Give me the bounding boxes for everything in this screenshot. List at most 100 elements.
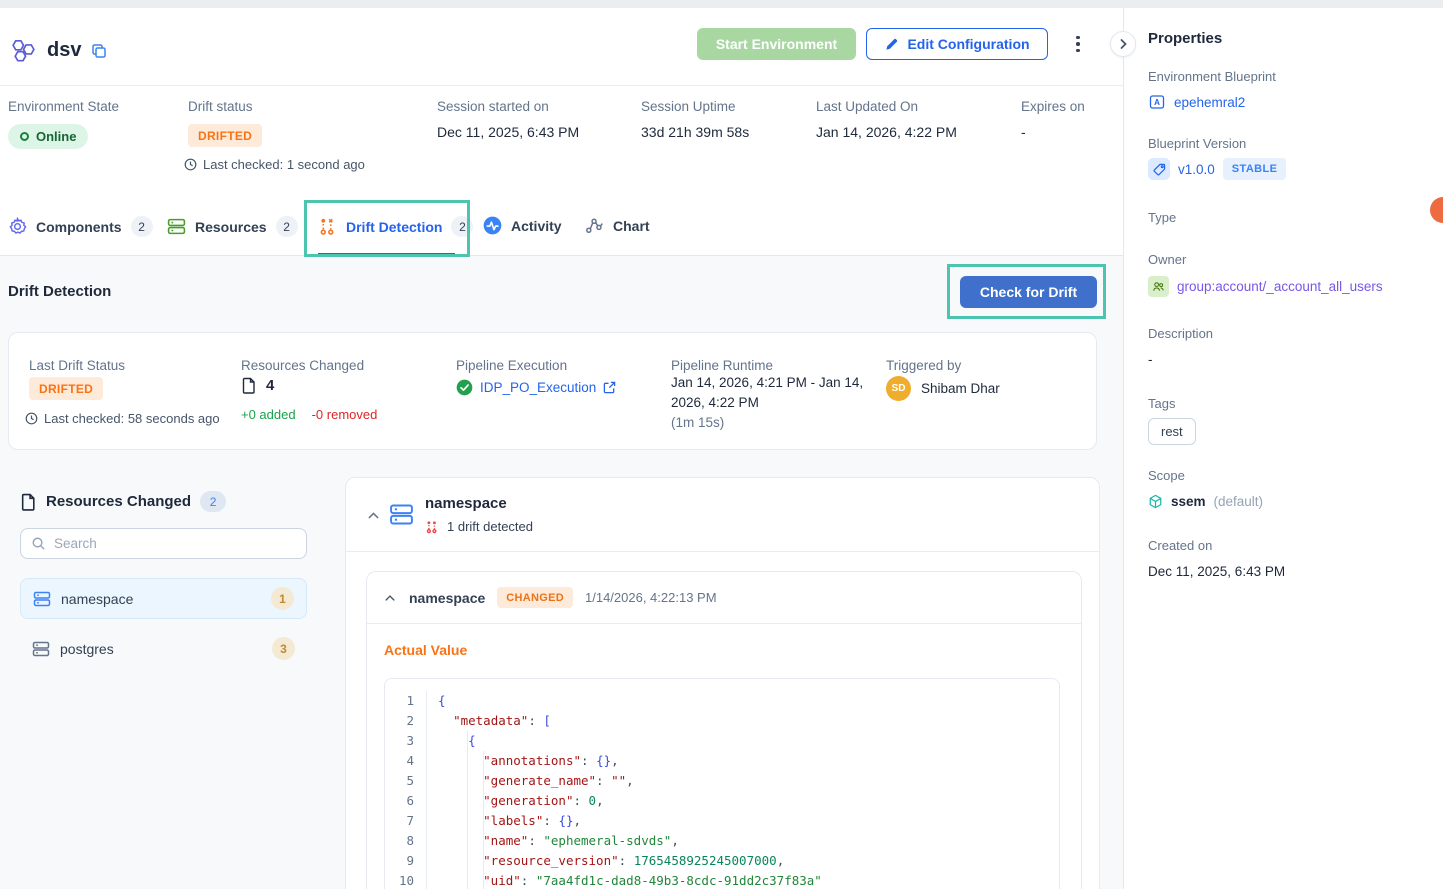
last-updated-label: Last Updated On [816,99,918,114]
drift-count-badge: 1 [271,587,294,610]
properties-sidebar: Properties Environment Blueprint A epehe… [1123,8,1443,889]
session-uptime-value: 33d 21h 39m 58s [641,124,749,140]
code-line: 6 "generation": 0, [385,791,1059,811]
collapse-sidebar-button[interactable] [1110,31,1136,57]
expires-on-value: - [1021,124,1026,140]
change-timestamp: 1/14/2026, 4:22:13 PM [585,590,717,605]
expires-on-label: Expires on [1021,99,1085,114]
copy-icon[interactable] [91,43,107,59]
top-strip [0,0,1443,8]
more-options-button[interactable] [1068,30,1088,58]
runtime-line1: Jan 14, 2026, 4:21 PM - Jan 14, [671,375,863,390]
change-card-header: namespace CHANGED 1/14/2026, 4:22:13 PM [367,572,1081,624]
check-for-drift-button[interactable]: Check for Drift [960,276,1097,308]
description-label: Description [1148,326,1213,341]
blueprint-icon: A [1148,93,1166,111]
app-root: dsv Start Environment Edit Configuration… [0,0,1443,889]
blueprint-value: A epehemral2 [1148,93,1245,111]
description-value: - [1148,352,1153,367]
resource-item-postgres[interactable]: postgres 3 [20,628,307,669]
tab-bar: Components 2 Resources 2 Drift Detection… [0,200,1123,256]
layers-icon [167,217,186,236]
pipeline-execution-link[interactable]: IDP_PO_Execution [456,379,616,396]
tag-chip[interactable]: rest [1148,418,1196,445]
scope-label: Scope [1148,468,1185,483]
drift-count-badge: 3 [272,637,295,660]
detail-resource-name: namespace [425,495,507,512]
cube-icon [1148,494,1163,509]
code-line: 3 { [385,731,1059,751]
resource-item-namespace[interactable]: namespace 1 [20,578,307,619]
check-circle-icon [456,379,473,396]
runtime-line2: 2026, 4:22 PM [671,395,759,410]
resource-search [20,528,307,559]
summary-last-checked: Last checked: 58 seconds ago [25,411,220,426]
pipeline-runtime-label: Pipeline Runtime [671,358,773,373]
created-on-label: Created on [1148,538,1212,553]
tab-resources[interactable]: Resources 2 [167,216,298,237]
indent-guide [483,751,484,889]
runtime-duration: (1m 15s) [671,415,724,430]
brand: dsv [10,38,107,63]
layers-icon [389,502,414,527]
gear-icon [8,217,27,236]
code-viewer[interactable]: 1{2 "metadata": [3 {4 "annotations": {},… [384,678,1060,889]
last-drift-status-label: Last Drift Status [29,358,125,373]
session-uptime-label: Session Uptime [641,99,736,114]
tag-icon [1148,158,1170,180]
chevron-right-icon [1117,38,1129,50]
environment-logo-icon [10,38,37,63]
indent-guide [467,731,468,889]
tab-badge: 2 [451,216,473,237]
resources-changed-label: Resources Changed [241,358,364,373]
header: dsv Start Environment Edit Configuration [0,8,1123,86]
clock-icon [184,158,197,171]
properties-title: Properties [1148,30,1222,47]
users-group-icon [1148,276,1169,297]
edit-configuration-button[interactable]: Edit Configuration [866,28,1048,60]
code-line: 2 "metadata": [ [385,711,1059,731]
pencil-icon [884,37,899,52]
tab-chart[interactable]: Chart [585,216,650,235]
online-dot-icon [20,132,29,141]
code-line: 5 "generate_name": "", [385,771,1059,791]
added-removed: +0 added -0 removed [241,407,377,422]
chevron-up-icon[interactable] [366,508,381,523]
tab-badge: 2 [131,216,153,237]
owner-value: group:account/_account_all_users [1148,276,1383,297]
triggered-by-user: SD Shibam Dhar [886,376,1000,401]
scatter-chart-icon [585,216,604,235]
resources-count-badge: 2 [200,491,226,512]
version-value: v1.0.0 STABLE [1148,158,1286,180]
scope-value: ssem (default) [1148,494,1263,509]
code-line: 1{ [385,691,1059,711]
tab-activity[interactable]: Activity [483,216,562,235]
drift-compare-icon [318,217,337,236]
tab-drift-detection[interactable]: Drift Detection 2 [318,216,473,237]
drift-detected-line: 1 drift detected [425,519,533,534]
drift-section-heading: Drift Detection [8,283,111,300]
drift-compare-icon [425,520,439,534]
file-icon [20,493,37,511]
start-environment-button[interactable]: Start Environment [697,28,856,60]
environment-stats: Environment State Online Drift status DR… [0,86,1123,200]
tab-components[interactable]: Components 2 [8,216,153,237]
chevron-up-icon[interactable] [383,591,397,605]
resources-changed-header: Resources Changed 2 [20,491,226,512]
last-drift-status-badge: DRIFTED [29,377,103,400]
last-updated-value: Jan 14, 2026, 4:22 PM [816,124,957,140]
resource-detail-card: namespace 1 drift detected namespace CHA… [345,477,1100,889]
blueprint-label: Environment Blueprint [1148,69,1276,84]
code-line: 10 "uid": "7aa4fd1c-dad8-49b3-8cdc-91dd2… [385,871,1059,889]
resource-detail-header: namespace 1 drift detected [346,478,1099,552]
page-title: dsv [47,39,81,62]
triggered-by-label: Triggered by [886,358,961,373]
search-input[interactable] [54,536,296,551]
change-resource-name: namespace [409,590,485,606]
actual-value-label: Actual Value [384,642,467,658]
change-card: namespace CHANGED 1/14/2026, 4:22:13 PM … [366,571,1082,889]
version-label: Blueprint Version [1148,136,1246,151]
code-line: 7 "labels": {}, [385,811,1059,831]
session-started-label: Session started on [437,99,549,114]
clock-icon [25,412,38,425]
